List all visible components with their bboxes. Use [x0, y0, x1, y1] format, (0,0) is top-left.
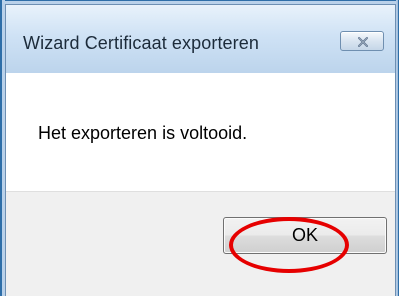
close-icon	[358, 37, 368, 47]
ok-button[interactable]: OK	[223, 217, 387, 254]
dialog-title: Wizard Certificaat exporteren	[23, 33, 259, 53]
completion-message: Het exporteren is voltooid.	[38, 123, 248, 143]
close-button[interactable]	[340, 31, 384, 51]
dialog-titlebar: Wizard Certificaat exporteren	[6, 5, 395, 74]
dialog-content: Het exporteren is voltooid.	[6, 73, 395, 191]
screenshot-stage: Wizard Certificaat exporteren Het export…	[0, 0, 399, 296]
dialog-button-area: OK	[6, 191, 395, 296]
export-complete-dialog: Wizard Certificaat exporteren Het export…	[5, 4, 396, 296]
ok-button-label: OK	[291, 225, 318, 245]
